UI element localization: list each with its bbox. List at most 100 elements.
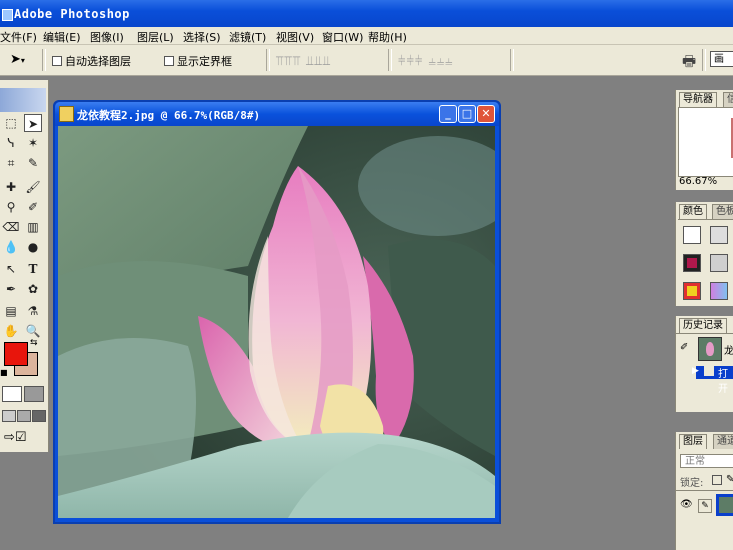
close-button[interactable]: ✕ [477,105,495,123]
slice-tool-icon[interactable]: ✎ [24,154,42,172]
image-canvas[interactable] [58,126,495,518]
options-separator [42,49,46,71]
navigator-zoom-value[interactable]: 66.67% [679,176,717,187]
style-swatch[interactable] [710,282,728,300]
menu-view[interactable]: 视图(V) [276,29,314,45]
path-select-tool-icon[interactable]: ↖ [2,260,20,278]
toolbox: ⬚ ➤ ᓭ ✶ ⌗ ✎ ✚ 🖌 ⚲ ✐ ⌫ ▥ 💧 ● ↖ T ✒ ✿ ▤ ⚗ … [0,80,49,452]
menu-help[interactable]: 帮助(H) [368,29,407,45]
gradient-tool-icon[interactable]: ▥ [24,218,42,236]
history-state-label: 打开 [718,369,728,395]
lasso-tool-icon[interactable]: ᓭ [2,134,20,152]
lock-pixels-icon[interactable]: ✎ [726,474,733,485]
toolbox-header-logo [0,88,46,112]
history-snapshot-row[interactable]: ✐ 龙 [676,333,733,362]
navigator-preview[interactable] [678,107,733,177]
move-tool-icon[interactable]: ➤ [24,114,42,132]
style-swatch[interactable] [683,254,701,272]
clone-stamp-tool-icon[interactable]: ⚲ [2,198,20,216]
history-state-open[interactable]: ▶ 打开 [676,364,733,395]
custom-shape-tool-icon[interactable]: ✿ [24,280,42,298]
history-panel: 历史记录 ✐ 龙 ▶ 打开 [675,316,733,412]
tab-history[interactable]: 历史记录 [679,318,727,333]
dodge-tool-icon[interactable]: ● [24,238,42,256]
style-swatch[interactable] [710,254,728,272]
move-tool-preset-icon[interactable]: ➤▾ [10,52,25,67]
foreground-color-swatch[interactable] [4,342,28,366]
layers-panel: 图层 通道 正常 锁定: ✎ 👁 ✎ [675,432,733,550]
history-state-marker-icon: ▶ [692,366,699,376]
navigator-panel: 导航器 信 66.67% [675,90,733,190]
brush-tool-icon[interactable]: 🖌 [24,178,42,196]
eraser-tool-icon[interactable]: ⌫ [2,218,20,236]
tab-channels[interactable]: 通道 [713,434,733,449]
brushes-palette-tab[interactable]: 画笔 [710,51,733,67]
jump-to-imageready-icon[interactable]: ⇨☑ [4,430,27,445]
history-snapshot-label: 龙 [724,346,733,357]
maximize-button[interactable]: □ [458,105,476,123]
layer-row-background[interactable]: 👁 ✎ [676,490,733,521]
screen-mode-standard-icon[interactable] [2,410,16,422]
tab-layers[interactable]: 图层 [679,434,707,449]
printer-icon[interactable]: 🖶 [682,51,696,76]
type-tool-icon[interactable]: T [24,260,42,278]
document-icon [59,106,74,122]
history-state-icon [704,366,714,376]
lotus-bud-photo [58,126,495,518]
app-title: Adobe Photoshop [14,7,130,21]
auto-select-layer-checkbox[interactable]: 自动选择图层 [52,53,131,69]
document-titlebar[interactable]: 龙依教程2.jpg @ 66.7%(RGB/8#) _ □ ✕ [55,102,499,126]
pen-tool-icon[interactable]: ✒ [2,280,20,298]
document-title: 龙依教程2.jpg @ 66.7%(RGB/8#) [77,109,261,122]
screen-mode-full-icon[interactable] [32,410,46,422]
style-swatches-grid [678,219,733,306]
tab-swatches[interactable]: 色板 [712,204,733,219]
healing-brush-tool-icon[interactable]: ✚ [2,178,20,196]
layer-visibility-eye-icon[interactable]: 👁 [680,499,693,510]
lock-transparency-checkbox[interactable] [712,475,722,485]
options-separator [510,49,514,71]
menu-file[interactable]: 文件(F) [0,29,37,45]
menu-filter[interactable]: 滤镜(T) [229,29,266,45]
menu-bar: 文件(F) 编辑(E) 图像(I) 图层(L) 选择(S) 滤镜(T) 视图(V… [0,27,733,45]
quick-mask-mode-icon[interactable] [24,386,44,402]
style-swatch[interactable] [710,226,728,244]
style-swatch[interactable] [683,282,701,300]
tab-navigator[interactable]: 导航器 [679,92,717,107]
screen-mode-full-menu-icon[interactable] [17,410,31,422]
notes-tool-icon[interactable]: ▤ [2,302,20,320]
hand-tool-icon[interactable]: ✋ [2,322,20,340]
blend-mode-select[interactable]: 正常 [680,454,733,468]
menu-window[interactable]: 窗口(W) [322,29,363,45]
layer-brush-icon[interactable]: ✎ [698,499,712,513]
rect-marquee-tool-icon[interactable]: ⬚ [2,114,20,132]
history-brush-source-icon[interactable]: ✐ [680,342,688,353]
standard-mode-icon[interactable] [2,386,22,402]
color-panel: 颜色 色板 [675,202,733,306]
magic-wand-tool-icon[interactable]: ✶ [24,134,42,152]
minimize-button[interactable]: _ [439,105,457,123]
layer-thumbnail [716,494,733,516]
show-bounding-box-checkbox[interactable]: 显示定界框 [164,53,232,69]
menu-layer[interactable]: 图层(L) [137,29,174,45]
lock-label: 锁定: [680,478,704,489]
options-separator [702,49,706,71]
distribute-buttons-icon[interactable]: ⫩⫩⫩ ⫨⫨⫨ [398,54,454,69]
history-brush-tool-icon[interactable]: ✐ [24,198,42,216]
menu-edit[interactable]: 编辑(E) [43,29,81,45]
app-titlebar: Adobe Photoshop [0,0,733,27]
tab-info[interactable]: 信 [723,92,733,107]
default-colors-icon[interactable]: ■ [0,368,8,377]
menu-select[interactable]: 选择(S) [183,29,221,45]
swap-colors-icon[interactable]: ⇆ [30,338,38,348]
tab-color[interactable]: 颜色 [679,204,707,219]
eyedropper-tool-icon[interactable]: ⚗ [24,302,42,320]
crop-tool-icon[interactable]: ⌗ [2,154,20,172]
blur-tool-icon[interactable]: 💧 [2,238,20,256]
options-separator [388,49,392,71]
align-buttons-icon[interactable]: ⫪⫪⫪ ⫫⫫⫫ [276,54,331,69]
style-swatch[interactable] [683,226,701,244]
history-snapshot-thumbnail [698,337,722,361]
photoshop-app-icon [2,9,13,21]
menu-image[interactable]: 图像(I) [90,29,124,45]
